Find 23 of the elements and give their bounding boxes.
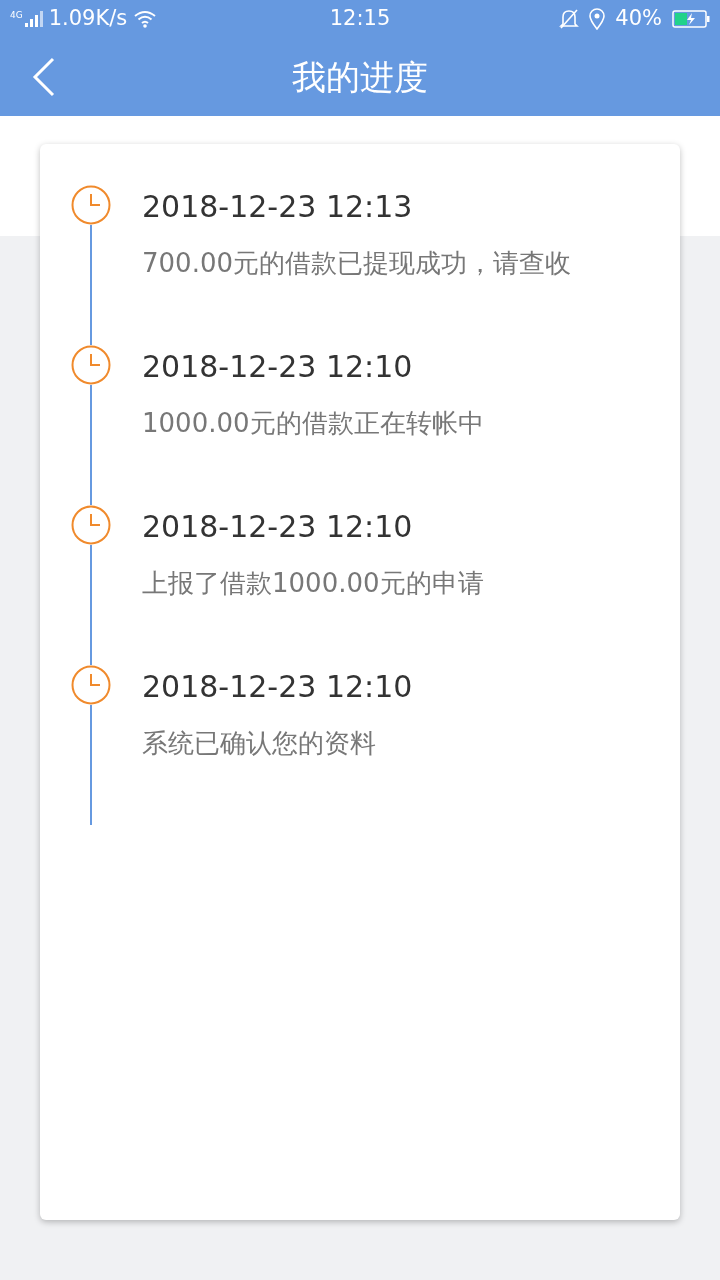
network-speed: 1.09K/s (48, 5, 128, 33)
clock-icon (71, 185, 111, 225)
entry-text: 上报了借款1000.00元的申请 (142, 567, 484, 600)
battery-percent: 40% (615, 5, 662, 33)
entry-time: 2018-12-23 12:10 (142, 508, 414, 546)
entry-text: 系统已确认您的资料 (142, 727, 377, 760)
signal-icon (24, 11, 43, 27)
bell-muted-icon (559, 8, 580, 30)
wifi-icon (133, 9, 158, 29)
clock-icon (71, 505, 111, 545)
network-type: 4G (10, 11, 23, 20)
battery-icon (672, 10, 710, 28)
clock-icon (71, 345, 111, 385)
entry-time: 2018-12-23 12:13 (142, 188, 414, 226)
entry-time: 2018-12-23 12:10 (142, 348, 414, 386)
location-icon (589, 8, 606, 30)
clock-icon (71, 665, 111, 705)
status-time: 12:15 (329, 5, 391, 33)
back-icon[interactable] (32, 57, 56, 97)
entry-text: 1000.00元的借款正在转帐中 (142, 407, 484, 440)
entry-time: 2018-12-23 12:10 (142, 668, 413, 706)
entry-text: 700.00元的借款已提现成功，请查收 (142, 247, 571, 280)
page-title: 我的进度 (292, 55, 428, 99)
